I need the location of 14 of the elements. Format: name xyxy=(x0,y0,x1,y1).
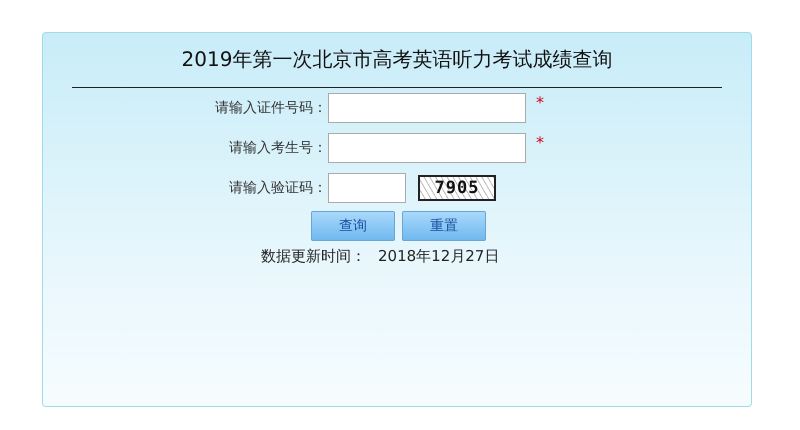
field-label: 请输入证件号码： xyxy=(214,99,327,117)
input-field[interactable] xyxy=(328,93,526,123)
required-mark: * xyxy=(536,93,544,112)
field-label: 请输入考生号： xyxy=(228,139,327,157)
captcha-image: 7905 xyxy=(418,175,496,201)
field-label: 请输入验证码： xyxy=(228,179,327,197)
input-field[interactable] xyxy=(328,133,526,163)
reset-button[interactable]: 重置 xyxy=(402,211,486,241)
update-date: 2018年12月27日 xyxy=(378,247,500,266)
query-button[interactable]: 查询 xyxy=(311,211,395,241)
page-title: 2019年第一次北京市高考英语听力考试成绩查询 xyxy=(180,46,614,73)
required-mark: * xyxy=(536,133,544,152)
update-label: 数据更新时间： xyxy=(261,247,366,266)
input-field[interactable] xyxy=(328,173,406,203)
